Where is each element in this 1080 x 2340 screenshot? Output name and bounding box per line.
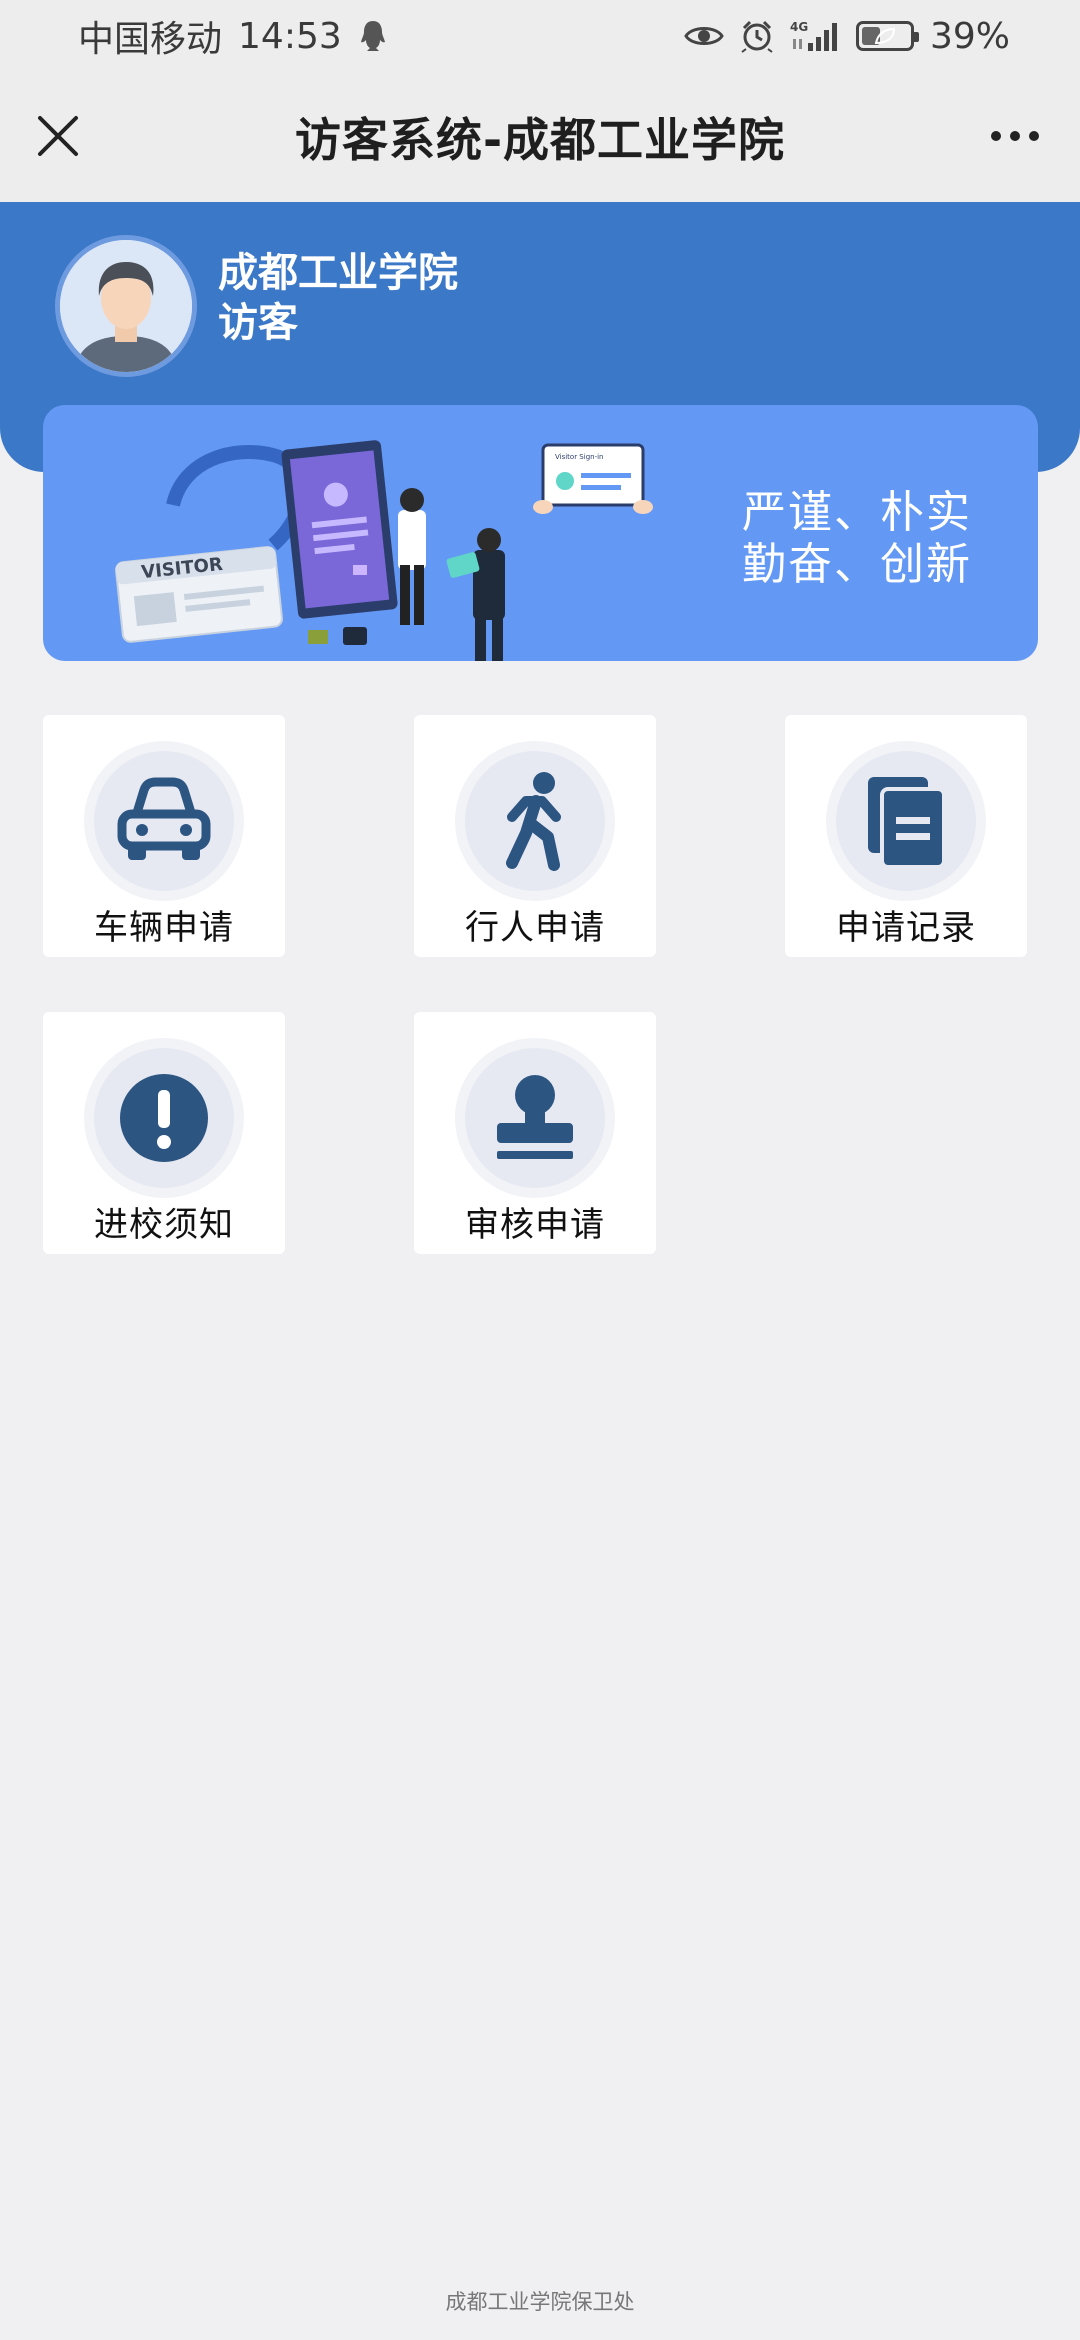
user-avatar-icon (60, 240, 192, 372)
close-icon (38, 116, 78, 156)
close-button[interactable] (30, 108, 86, 164)
status-bar: 中国移动 14:53 4G 39% (0, 0, 1080, 72)
vehicle-apply-card[interactable]: 车辆申请 (43, 715, 285, 957)
clock: 14:53 (238, 15, 342, 57)
icon-ring-inner (94, 1048, 234, 1188)
review-apply-label: 审核申请 (465, 1205, 605, 1245)
banner: VISITOR Visitor Sign-in 严谨、朴实 勤奋、创新 (43, 405, 1038, 661)
exclamation-icon (120, 1074, 208, 1162)
icon-ring-inner (465, 1048, 605, 1188)
carrier-label: 中国移动 (78, 19, 223, 60)
apply-records-label: 申请记录 (836, 908, 976, 948)
more-options-button[interactable] (980, 108, 1050, 164)
more-dot-icon (991, 131, 1001, 141)
user-role: 访客 (218, 300, 298, 346)
slogan-line-1: 严谨、朴实 (742, 487, 972, 538)
slogan-line-2: 勤奋、创新 (742, 539, 972, 590)
stamp-icon (497, 1075, 573, 1159)
avatar[interactable] (55, 235, 197, 377)
svg-text:Visitor Sign-in: Visitor Sign-in (555, 453, 603, 461)
status-right: 4G 39% (684, 16, 1010, 57)
banner-slogan: 严谨、朴实 勤奋、创新 (742, 487, 972, 591)
icon-ring-inner (836, 751, 976, 891)
battery-icon (855, 21, 919, 51)
signal-4g-icon: 4G (790, 19, 840, 53)
icon-ring (84, 1038, 244, 1198)
documents-icon (868, 777, 946, 869)
alarm-icon (740, 19, 774, 53)
pedestrian-apply-card[interactable]: 行人申请 (414, 715, 656, 957)
org-name: 成都工业学院 (218, 250, 458, 296)
pedestrian-apply-label: 行人申请 (465, 908, 605, 948)
apply-records-card[interactable]: 申请记录 (785, 715, 1027, 957)
icon-ring (455, 1038, 615, 1198)
car-icon (117, 777, 211, 860)
more-dot-icon (1029, 131, 1039, 141)
icon-ring (826, 741, 986, 901)
more-dot-icon (1010, 131, 1020, 141)
icon-ring-inner (94, 751, 234, 891)
vehicle-apply-label: 车辆申请 (94, 908, 234, 948)
walking-person-icon (506, 772, 561, 871)
svg-text:4G: 4G (790, 20, 808, 34)
page-title: 访客系统-成都工业学院 (294, 113, 786, 167)
status-left: 中国移动 14:53 (78, 10, 388, 62)
battery-percent: 39% (929, 15, 1010, 57)
review-apply-card[interactable]: 审核申请 (414, 1012, 656, 1254)
entry-notice-card[interactable]: 进校须知 (43, 1012, 285, 1254)
icon-ring (455, 741, 615, 901)
profile-info: 成都工业学院 访客 (218, 248, 458, 348)
title-bar: 访客系统-成都工业学院 (0, 72, 1080, 202)
footer-text: 成都工业学院保卫处 (445, 2290, 635, 2314)
icon-ring-inner (465, 751, 605, 891)
eye-icon (684, 23, 724, 49)
qq-notification-icon (358, 19, 388, 53)
icon-ring (84, 741, 244, 901)
entry-notice-label: 进校须知 (94, 1205, 234, 1245)
